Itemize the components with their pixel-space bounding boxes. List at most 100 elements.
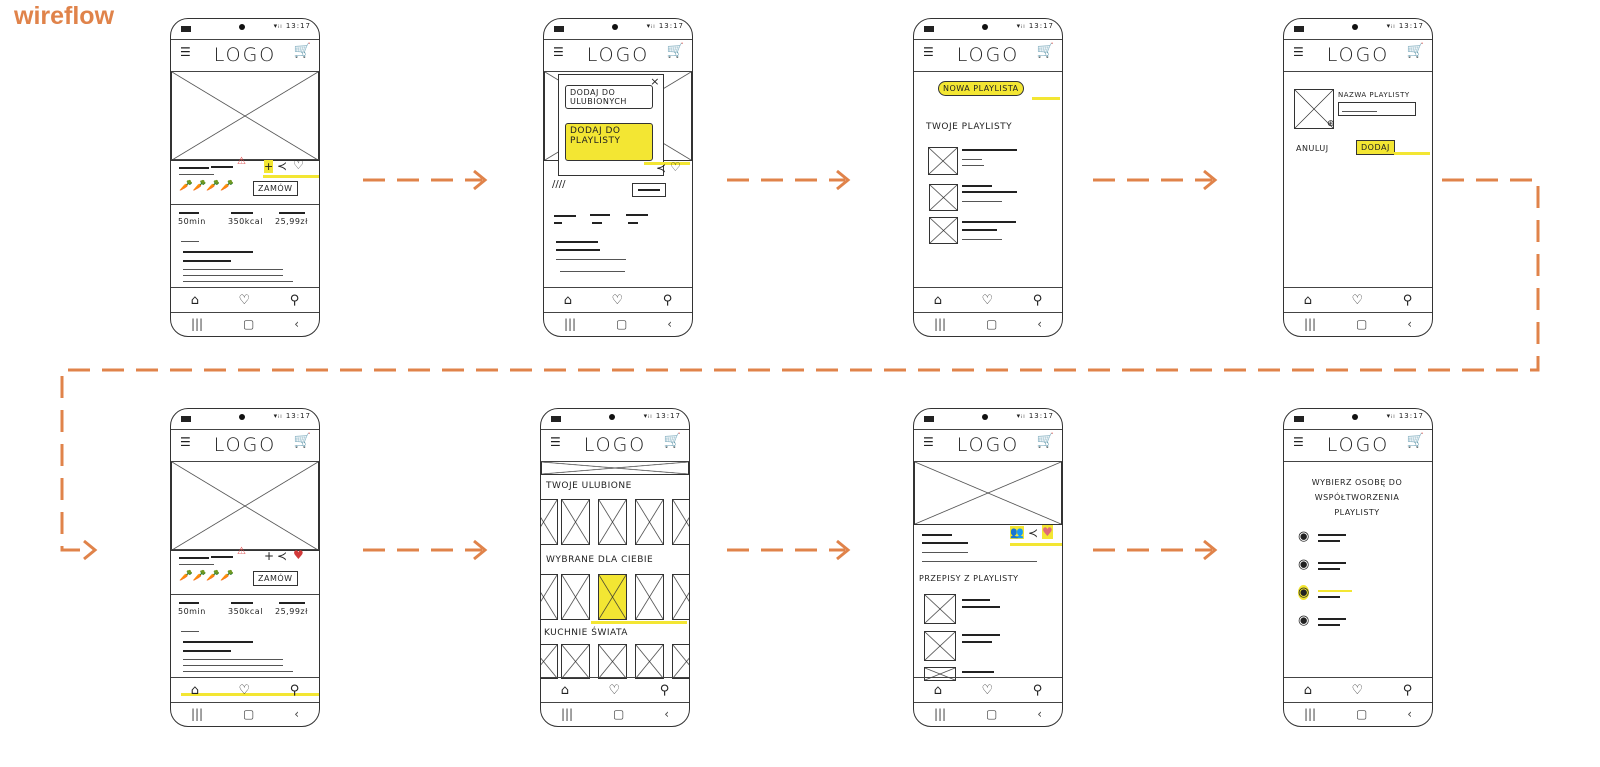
person-item[interactable]: ◉: [1298, 529, 1358, 547]
back-icon[interactable]: ‹: [294, 707, 299, 721]
recents-icon[interactable]: |||: [934, 707, 946, 721]
back-icon[interactable]: ‹: [667, 317, 672, 331]
back-icon[interactable]: ‹: [664, 707, 669, 721]
recipe-thumbnail[interactable]: [598, 644, 627, 679]
recents-icon[interactable]: |||: [561, 707, 573, 721]
cancel-button[interactable]: ANULUJ: [1296, 144, 1329, 153]
home-icon[interactable]: ⌂: [564, 293, 572, 308]
cart-icon[interactable]: 🛒: [294, 43, 311, 59]
home-icon[interactable]: ⌂: [561, 683, 569, 698]
add-button[interactable]: DODAJ: [1356, 140, 1395, 155]
order-button[interactable]: ZAMÓW: [253, 181, 298, 196]
recipe-thumbnail[interactable]: [635, 644, 664, 679]
home-button-icon[interactable]: ▢: [986, 707, 997, 721]
heart-icon[interactable]: ♡: [1352, 683, 1364, 698]
search-icon[interactable]: ⚲: [660, 683, 670, 698]
heart-icon[interactable]: ♡: [982, 293, 994, 308]
home-button-icon[interactable]: ▢: [243, 317, 254, 331]
back-icon[interactable]: ‹: [1407, 317, 1412, 331]
heart-icon[interactable]: ♡: [982, 683, 994, 698]
search-icon[interactable]: ⚲: [1033, 683, 1043, 698]
search-icon[interactable]: ⚲: [663, 293, 673, 308]
recipe-thumbnail[interactable]: [561, 574, 590, 620]
back-icon[interactable]: ‹: [1037, 707, 1042, 721]
share-icon[interactable]: ≺: [277, 159, 287, 173]
back-icon[interactable]: ‹: [294, 317, 299, 331]
recipe-thumbnail[interactable]: [598, 574, 627, 620]
cart-icon[interactable]: 🛒: [1407, 433, 1424, 449]
add-to-playlist-button[interactable]: DODAJ DO PLAYLISTY: [565, 123, 653, 161]
recipe-thumbnail[interactable]: [598, 499, 627, 545]
share-icon[interactable]: ≺: [656, 161, 666, 175]
back-icon[interactable]: ‹: [1407, 707, 1412, 721]
home-button-icon[interactable]: ▢: [1356, 707, 1367, 721]
home-icon[interactable]: ⌂: [934, 293, 942, 308]
camera-dot: [612, 24, 618, 30]
person-item[interactable]: ◉: [1298, 585, 1358, 603]
person-item[interactable]: ◉: [1298, 557, 1358, 575]
heart-icon[interactable]: ♡: [293, 158, 304, 172]
recipe-thumbnail[interactable]: [561, 644, 590, 679]
recents-icon[interactable]: |||: [1304, 317, 1316, 331]
order-button[interactable]: [632, 183, 666, 197]
home-button-icon[interactable]: ▢: [613, 707, 624, 721]
recipe-thumbnail[interactable]: [672, 644, 689, 679]
home-icon[interactable]: ⌂: [191, 683, 199, 698]
home-button-icon[interactable]: ▢: [1356, 317, 1367, 331]
cart-icon[interactable]: 🛒: [664, 433, 681, 449]
heart-icon[interactable]: ♡: [239, 683, 251, 698]
playlist-name-input[interactable]: [1338, 102, 1416, 116]
recipe-thumbnail[interactable]: [561, 499, 590, 545]
search-icon[interactable]: ⚲: [290, 293, 300, 308]
home-icon[interactable]: ⌂: [1304, 293, 1312, 308]
person-icon: ◉: [1298, 557, 1310, 572]
heart-icon[interactable]: ♡: [239, 293, 251, 308]
recipe-thumbnail[interactable]: [635, 499, 664, 545]
bottom-nav: ⌂ ♡ ⚲: [541, 677, 689, 703]
recents-icon[interactable]: |||: [934, 317, 946, 331]
home-button-icon[interactable]: ▢: [243, 707, 254, 721]
heart-filled-icon[interactable]: ♥: [293, 548, 304, 562]
heart-filled-icon[interactable]: ♥: [1042, 525, 1053, 539]
search-icon[interactable]: ⚲: [1403, 683, 1413, 698]
home-icon[interactable]: ⌂: [191, 293, 199, 308]
search-icon[interactable]: ⚲: [1403, 293, 1413, 308]
recipe-thumbnail[interactable]: [541, 574, 558, 620]
person-item[interactable]: ◉: [1298, 613, 1358, 631]
cart-icon[interactable]: 🛒: [1407, 43, 1424, 59]
order-button[interactable]: ZAMÓW: [253, 571, 298, 586]
heart-icon[interactable]: ♡: [670, 160, 681, 174]
cart-icon[interactable]: 🛒: [294, 433, 311, 449]
add-to-playlist-icon[interactable]: +: [264, 160, 274, 173]
recents-icon[interactable]: |||: [191, 707, 203, 721]
collaborators-icon[interactable]: 👥: [1010, 526, 1024, 539]
share-icon[interactable]: ≺: [277, 549, 287, 563]
recipe-thumbnail[interactable]: [672, 499, 689, 545]
cart-icon[interactable]: 🛒: [667, 43, 684, 59]
search-icon[interactable]: ⚲: [290, 683, 300, 698]
new-playlist-button[interactable]: NOWA PLAYLISTA: [938, 81, 1024, 96]
recipe-thumbnail[interactable]: [541, 499, 558, 545]
recents-icon[interactable]: |||: [564, 317, 576, 331]
heart-icon[interactable]: ♡: [609, 683, 621, 698]
recipe-thumbnail[interactable]: [541, 644, 558, 679]
cart-icon[interactable]: 🛒: [1037, 433, 1054, 449]
home-icon[interactable]: ⌂: [1304, 683, 1312, 698]
search-icon[interactable]: ⚲: [1033, 293, 1043, 308]
home-button-icon[interactable]: ▢: [616, 317, 627, 331]
recents-icon[interactable]: |||: [191, 317, 203, 331]
recents-icon[interactable]: |||: [1304, 707, 1316, 721]
warning-icon: ⚠: [237, 156, 246, 167]
back-icon[interactable]: ‹: [1037, 317, 1042, 331]
recipe-thumbnail[interactable]: [672, 574, 689, 620]
add-photo-icon[interactable]: ⊕: [1327, 119, 1335, 129]
home-icon[interactable]: ⌂: [934, 683, 942, 698]
heart-icon[interactable]: ♡: [612, 293, 624, 308]
cart-icon[interactable]: 🛒: [1037, 43, 1054, 59]
home-button-icon[interactable]: ▢: [986, 317, 997, 331]
recipe-thumbnail[interactable]: [635, 574, 664, 620]
share-icon[interactable]: ≺: [1028, 526, 1038, 540]
add-to-favorites-button[interactable]: DODAJ DO ULUBIONYCH: [565, 85, 653, 109]
add-to-playlist-icon[interactable]: +: [264, 549, 274, 563]
heart-icon[interactable]: ♡: [1352, 293, 1364, 308]
